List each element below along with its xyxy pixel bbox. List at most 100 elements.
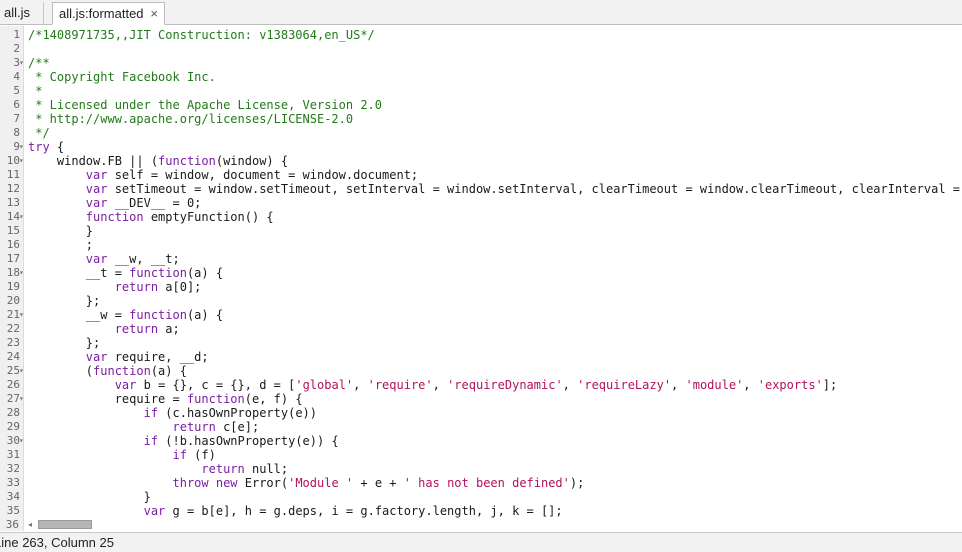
line-number: 17	[6, 252, 20, 265]
code-token: 'exports'	[757, 378, 823, 392]
code-token: return	[201, 462, 245, 476]
fold-arrow-icon[interactable]: ▾	[19, 266, 24, 280]
code-line: 15 }	[0, 224, 962, 238]
code-token: b = {}, c = {}, d = [	[136, 378, 296, 392]
code-token: * Licensed under the Apache License, Ver…	[28, 98, 383, 112]
scroll-left-icon[interactable]: ◂	[28, 518, 32, 531]
code-text: __t = function(a) {	[28, 266, 223, 280]
code-token: if	[143, 406, 159, 420]
code-token: emptyFunction() {	[143, 210, 274, 224]
code-token: (e, f) {	[244, 392, 303, 406]
code-text: var self = window, document = window.doc…	[28, 168, 418, 182]
code-token: function	[186, 392, 245, 406]
line-number: 23	[6, 336, 20, 349]
code-token: + e +	[353, 476, 404, 490]
code-text: var __w, __t;	[28, 252, 180, 266]
code-token: };	[28, 294, 101, 308]
tab-label: all.js	[4, 5, 31, 20]
line-number: 22	[6, 322, 20, 335]
horizontal-scrollbar[interactable]: ◂	[24, 518, 962, 531]
code-line: 22 return a;	[0, 322, 962, 336]
code-token: a;	[158, 322, 180, 336]
fold-arrow-icon[interactable]: ▾	[19, 308, 24, 322]
line-number: 15	[6, 224, 20, 237]
code-token: ,	[432, 378, 448, 392]
line-number: 25	[6, 364, 20, 377]
code-text: }	[28, 490, 151, 504]
code-line: 26 var b = {}, c = {}, d = ['global', 'r…	[0, 378, 962, 392]
code-token: var	[85, 196, 108, 210]
code-token: }	[28, 490, 151, 504]
code-token: (a) {	[150, 364, 187, 378]
code-line: 3 ▾ /**	[0, 56, 962, 70]
code-token: * Copyright Facebook Inc.	[28, 70, 216, 84]
code-token: {	[49, 140, 65, 154]
code-text: * Licensed under the Apache License, Ver…	[28, 98, 382, 112]
code-line: 1 /*1408971735,,JIT Construction: v138306…	[0, 28, 962, 42]
fold-arrow-icon[interactable]: ▾	[19, 364, 24, 378]
code-token: 'module'	[685, 378, 744, 392]
code-token: };	[28, 336, 101, 350]
code-text: require = function(e, f) {	[28, 392, 303, 406]
fold-arrow-icon[interactable]: ▾	[19, 392, 24, 406]
code-token: throw new	[172, 476, 238, 490]
code-token: if	[172, 448, 187, 462]
code-editor[interactable]: 1 /*1408971735,,JIT Construction: v138306…	[0, 26, 962, 518]
code-line: 2	[0, 42, 962, 56]
code-token: var	[114, 378, 137, 392]
code-text: if (f)	[28, 448, 216, 462]
line-number: 32	[6, 462, 20, 475]
code-token: }	[28, 224, 94, 238]
fold-arrow-icon[interactable]: ▾	[19, 154, 24, 168]
code-token: __w, __t;	[107, 252, 180, 266]
line-number: 14	[6, 210, 20, 223]
scrollbar-thumb[interactable]	[38, 520, 92, 529]
code-token: var	[143, 504, 166, 518]
line-number: 36	[0, 518, 24, 531]
line-number: 24	[6, 350, 20, 363]
code-line: 31 if (f)	[0, 448, 962, 462]
code-line: 8 */	[0, 126, 962, 140]
code-text: __w = function(a) {	[28, 308, 223, 322]
code-line: 17 var __w, __t;	[0, 252, 962, 266]
fold-arrow-icon[interactable]: ▾	[19, 210, 24, 224]
code-text: function emptyFunction() {	[28, 210, 274, 224]
line-number: 13	[6, 196, 20, 209]
code-line: 23 };	[0, 336, 962, 350]
code-line: 11 var self = window, document = window.…	[0, 168, 962, 182]
line-number: 34	[6, 490, 20, 503]
code-line: 19 return a[0];	[0, 280, 962, 294]
cursor-position: Line 263, Column 25	[0, 535, 114, 550]
code-token: var	[85, 182, 108, 196]
code-text: }	[28, 224, 93, 238]
code-token: (f)	[186, 448, 216, 462]
code-text: return a[0];	[28, 280, 202, 294]
line-number: 1	[13, 28, 20, 41]
tab-all-js-formatted[interactable]: all.js:formatted ×	[52, 2, 165, 25]
code-line: 20 };	[0, 294, 962, 308]
fold-arrow-icon[interactable]: ▾	[19, 56, 24, 70]
code-token: 'global'	[295, 378, 354, 392]
tab-all-js[interactable]: all.js	[0, 2, 44, 25]
close-icon[interactable]: ×	[150, 3, 158, 25]
code-token: return	[114, 280, 159, 294]
code-token: 'requireDynamic'	[447, 378, 563, 392]
code-line: 25 ▾ (function(a) {	[0, 364, 962, 378]
code-token: __t =	[28, 266, 130, 280]
code-line: 32 return null;	[0, 462, 962, 476]
code-token: /**	[28, 56, 50, 70]
code-text: */	[28, 126, 49, 140]
fold-arrow-icon[interactable]: ▾	[19, 434, 24, 448]
fold-arrow-icon[interactable]: ▾	[19, 140, 24, 154]
code-line: 5 *	[0, 84, 962, 98]
code-text: /**	[28, 56, 50, 70]
code-line: 33 throw new Error('Module ' + e + ' has…	[0, 476, 962, 490]
code-token: return	[172, 420, 216, 434]
line-number: 19	[6, 280, 20, 293]
code-token: 'requireLazy'	[577, 378, 672, 392]
